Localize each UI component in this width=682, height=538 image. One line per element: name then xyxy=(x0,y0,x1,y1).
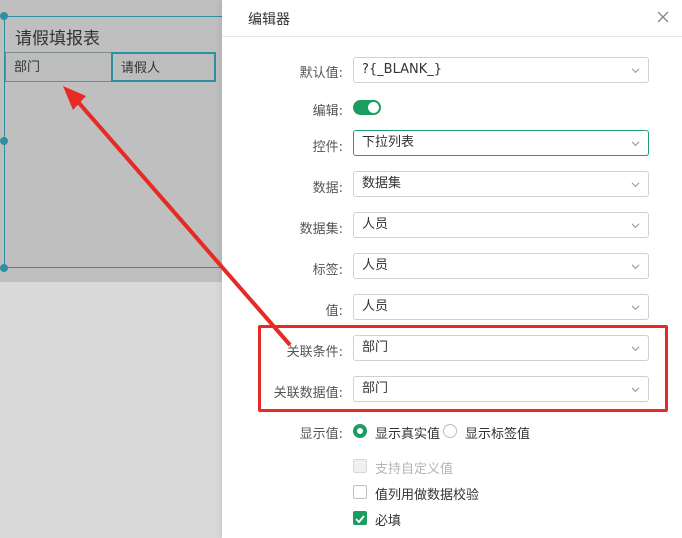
annotation-arrow xyxy=(63,86,292,347)
